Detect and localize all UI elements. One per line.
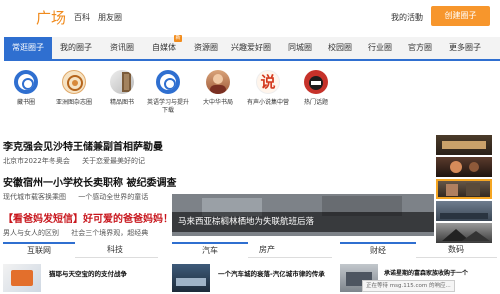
section-internet: 互联网 科技 猫耶与天空宝的的支付战争 <box>3 242 158 294</box>
article-item[interactable]: 李克强会见沙特王储兼副首相萨勒曼 北京市2022年冬奥会 关于恋爱最美好的记 <box>3 138 163 166</box>
article-title[interactable]: 李克强会见沙特王储兼副首相萨勒曼 <box>3 138 163 153</box>
top-header: 广场 百科 朋友圈 我的活動 创建圈子 <box>0 0 500 34</box>
helmet-icon <box>304 70 328 94</box>
tab-digital[interactable]: 数码 <box>420 242 492 258</box>
tab-my-circles[interactable]: 我的圈子 <box>56 37 96 59</box>
section-item-title[interactable]: 承诺星期的富森家族收购于一个 <box>384 268 468 277</box>
tab-finance[interactable]: 财经 <box>340 242 416 258</box>
tab-industry[interactable]: 行业圈 <box>362 37 398 59</box>
sublink[interactable]: 社会三个境界观，超经典 <box>71 229 148 237</box>
tab-campus[interactable]: 校园圈 <box>322 37 358 59</box>
my-activity-link[interactable]: 我的活動 <box>391 12 423 23</box>
thumbnail-image-selected[interactable] <box>436 179 492 199</box>
category-nav: 常逛圈子 我的圈子 资讯圈 自媒体 新 资源圈 兴趣爱好圈 同城圈 校园圈 行业… <box>4 35 500 61</box>
article-title[interactable]: 【看爸妈发短信】好可爱的爸爸妈妈！ <box>3 210 173 225</box>
link-baike[interactable]: 百科 <box>74 12 90 23</box>
tab-resources[interactable]: 资源圈 <box>188 37 224 59</box>
tab-realestate[interactable]: 房产 <box>252 242 282 258</box>
thumbnail-image[interactable] <box>436 223 492 243</box>
site-logo[interactable]: 广场 <box>36 7 66 28</box>
article-sublinks: 现代城市载客换乘图 一个感动全世界的童话 <box>3 192 176 202</box>
circle-item-english[interactable]: 英语学习与提升 下载 <box>146 70 190 115</box>
sublink[interactable]: 男人与女人的区别 <box>3 229 59 237</box>
circle-label: 精品图书 <box>109 99 134 106</box>
tab-tech[interactable]: 科技 <box>79 242 151 258</box>
circle-item-fine-books[interactable]: 精品图书 <box>100 70 144 107</box>
thumbnail-image[interactable] <box>436 201 492 221</box>
section-thumbnail <box>3 264 41 292</box>
new-badge: 新 <box>174 35 182 42</box>
circle-icon-row: 藏书圈 亚洲图杂志圈 精品图书 英语学习与提升 下载 大中华书局 说 有声小说集中… <box>0 70 500 124</box>
tab-local[interactable]: 同城圈 <box>282 37 318 59</box>
thumbnail-image[interactable] <box>436 157 492 177</box>
article-sublinks: 男人与女人的区别 社会三个境界观，超经典 <box>3 228 173 238</box>
article-title[interactable]: 安徽宿州一小学校长卖职称 被纪委调查 <box>3 174 176 189</box>
thumbnail-image[interactable] <box>436 135 492 155</box>
section-tabs: 汽车 房产 <box>172 242 332 258</box>
book-photo-icon <box>110 70 134 94</box>
article-item[interactable]: 安徽宿州一小学校长卖职称 被纪委调查 现代城市载客换乘图 一个感动全世界的童话 <box>3 174 176 202</box>
sublink[interactable]: 北京市2022年冬奥会 <box>3 157 70 165</box>
circle-label: 热门话题 <box>303 99 328 106</box>
circle-item-hot-topic[interactable]: 热门话题 <box>294 70 338 107</box>
emblem-icon <box>62 70 86 94</box>
browser-status-bar: 正在等待 msg.115.com 的响应... <box>362 280 455 292</box>
section-item[interactable]: 猫耶与天空宝的的支付战争 <box>3 264 158 294</box>
section-thumbnail <box>172 264 210 292</box>
tab-more[interactable]: 更多圈子 <box>442 37 488 59</box>
circle-label: 有声小说集中营 <box>246 99 289 106</box>
tab-internet[interactable]: 互联网 <box>3 242 75 258</box>
sublink[interactable]: 关于恋爱最美好的记 <box>82 157 145 165</box>
circle-label: 藏书圈 <box>16 99 35 106</box>
section-item[interactable]: 一个汽车城的衰落-汽亿城市律的传承 <box>172 264 332 294</box>
circle-item-audio-novel[interactable]: 说 有声小说集中营 <box>246 70 290 107</box>
circle-item-zhonghua[interactable]: 大中华书局 <box>196 70 240 107</box>
article-sublinks: 北京市2022年冬奥会 关于恋爱最美好的记 <box>3 156 163 166</box>
target-icon <box>156 70 180 94</box>
link-friends[interactable]: 朋友圈 <box>98 12 122 23</box>
section-item-title[interactable]: 一个汽车城的衰落-汽亿城市律的传承 <box>218 268 325 278</box>
sublink[interactable]: 现代城市载客换乘图 <box>3 193 66 201</box>
featured-image[interactable]: 马来西亚棕榈林栖地为失联航班后落 <box>172 194 434 236</box>
tab-frequent[interactable]: 常逛圈子 <box>4 37 52 59</box>
circle-label: 亚洲图杂志圈 <box>55 99 92 106</box>
tab-self-media-label: 自媒体 <box>152 43 176 52</box>
circle-label: 大中华书局 <box>202 99 233 106</box>
tab-auto[interactable]: 汽车 <box>172 242 248 258</box>
section-auto: 汽车 房产 一个汽车城的衰落-汽亿城市律的传承 <box>172 242 332 294</box>
circle-item-asia-mag[interactable]: 亚洲图杂志圈 <box>52 70 96 107</box>
featured-caption: 马来西亚棕榈林栖地为失联航班后落 <box>172 212 434 232</box>
speak-icon: 说 <box>256 70 280 94</box>
circle-label: 英语学习与提升 下载 <box>146 99 189 114</box>
thumbnail-strip <box>436 135 492 245</box>
target-icon <box>14 70 38 94</box>
sublink[interactable]: 一个感动全世界的童话 <box>78 193 148 201</box>
avatar-photo-icon <box>206 70 230 94</box>
tab-self-media[interactable]: 自媒体 新 <box>146 35 182 59</box>
section-tabs: 财经 数码 <box>340 242 497 258</box>
section-item-title[interactable]: 猫耶与天空宝的的支付战争 <box>49 268 127 278</box>
article-item[interactable]: 【看爸妈发短信】好可爱的爸爸妈妈！ 男人与女人的区别 社会三个境界观，超经典 <box>3 210 173 238</box>
tab-official[interactable]: 官方圈 <box>402 37 438 59</box>
section-tabs: 互联网 科技 <box>3 242 158 258</box>
tab-hobbies[interactable]: 兴趣爱好圈 <box>226 37 276 59</box>
create-circle-button[interactable]: 创建圈子 <box>431 6 490 26</box>
circle-item-books[interactable]: 藏书圈 <box>4 70 48 107</box>
tab-news[interactable]: 资讯圈 <box>104 37 140 59</box>
